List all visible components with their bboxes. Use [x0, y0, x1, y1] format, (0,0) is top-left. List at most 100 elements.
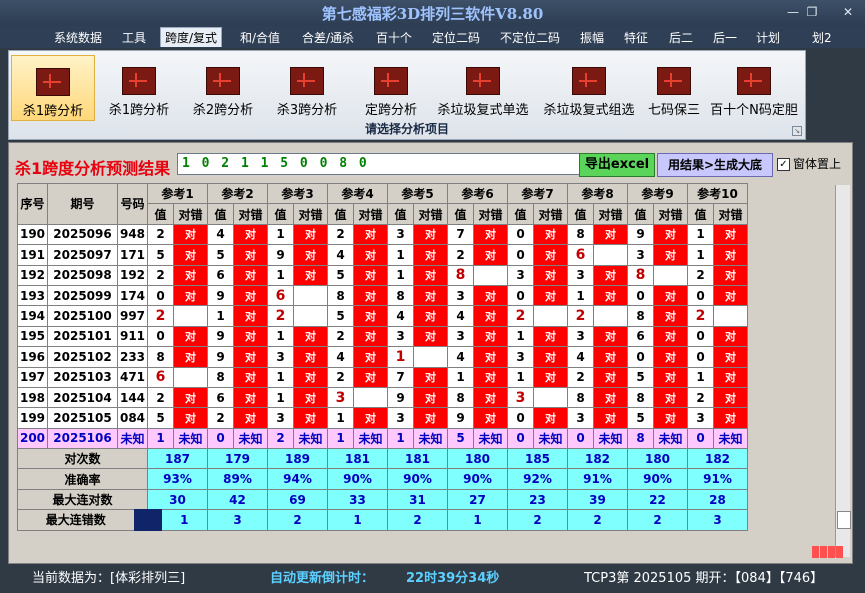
header-judge: 对错: [713, 203, 748, 225]
ref-value: 5: [627, 366, 654, 388]
ref-value: 1: [687, 366, 714, 388]
row-seq: 191: [17, 244, 48, 266]
menu-last-one[interactable]: 后一: [713, 29, 737, 46]
kill1-span-button[interactable]: 杀1跨分析: [99, 55, 179, 119]
table-row: 195 2025101 911 0 对 9 对 1 对 2 对 3 对 3 对 1 对 3 对 6 对 0 对: [17, 325, 748, 348]
ref-value: 2: [207, 407, 234, 429]
minimize-icon[interactable]: —: [785, 5, 801, 19]
ref-value: 6: [147, 366, 174, 388]
bsg-ncode-button[interactable]: 百十个N码定胆: [707, 55, 801, 119]
ref-value: 6: [627, 325, 654, 348]
menu-plan[interactable]: 计划: [756, 29, 780, 46]
kill-junk-group-button[interactable]: 杀垃圾复式组选: [537, 55, 641, 119]
kill2-span-button[interactable]: 杀2跨分析: [183, 55, 263, 119]
ref-value: 9: [207, 346, 234, 368]
ref-judge: 对: [293, 366, 328, 388]
vertical-scrollbar[interactable]: [835, 185, 851, 557]
ref-judge: 对: [353, 264, 388, 286]
ref-value: 1: [687, 244, 714, 266]
ref-value: 8: [627, 305, 654, 327]
ref-value: 2: [267, 305, 294, 327]
ref-value: 0: [507, 244, 534, 266]
menu-pos-two[interactable]: 定位二码: [432, 29, 480, 46]
ref-judge: 对: [353, 305, 388, 327]
scrollbar-thumb[interactable]: [837, 511, 851, 529]
menu-bsg[interactable]: 百十个: [376, 29, 412, 46]
menu-tools[interactable]: 工具: [122, 29, 146, 46]
row-code: 171: [117, 244, 148, 266]
menu-plan2[interactable]: 划2: [812, 29, 832, 46]
ref-value: 3: [267, 407, 294, 429]
ref-judge: 对: [233, 284, 268, 307]
ref-value: 7: [387, 366, 414, 388]
row-issue: 2025101: [47, 325, 118, 348]
ref-value: 4: [327, 244, 354, 266]
expand-icon[interactable]: ↘: [792, 126, 802, 136]
pin-window-checkbox[interactable]: ✓ 窗体置上: [777, 155, 841, 172]
checkbox-box[interactable]: ✓: [777, 158, 790, 171]
menu-nonpos-two[interactable]: 不定位二码: [500, 29, 560, 46]
generate-base-button[interactable]: 用结果>生成大底: [657, 153, 773, 177]
ref-judge: 未知: [473, 427, 508, 450]
kill3-span-button[interactable]: 杀3跨分析: [267, 55, 347, 119]
header-ref: 参考3: [267, 182, 328, 205]
ref-judge: 未知: [413, 427, 448, 450]
header-value: 值: [507, 203, 534, 225]
ref-value: 4: [567, 346, 594, 368]
ref-judge: 未知: [593, 427, 628, 450]
ref-judge: 对: [533, 407, 568, 429]
ref-judge: 对: [713, 325, 748, 348]
menu-amplitude[interactable]: 振幅: [580, 29, 604, 46]
ref-judge: 对: [233, 386, 268, 409]
ref-value: 3: [567, 264, 594, 286]
ref-judge: 对: [173, 284, 208, 307]
ref-judge: 对: [293, 325, 328, 348]
fixed-span-button[interactable]: 定跨分析: [353, 55, 429, 119]
header-judge: 对错: [173, 203, 208, 225]
ref-judge: 对: [413, 407, 448, 429]
row-seq: 196: [17, 346, 48, 368]
ref-judge: 对: [413, 223, 448, 246]
menu-sum[interactable]: 和/合值: [240, 29, 280, 46]
ref-judge: 未知: [293, 427, 328, 450]
stats-value: 90%: [327, 468, 388, 490]
ref-value: 2: [567, 366, 594, 388]
ref-judge: 对: [413, 284, 448, 307]
ref-value: 8: [327, 284, 354, 307]
ref-judge: 对: [653, 305, 688, 327]
menu-span-compound[interactable]: 跨度/复式: [160, 27, 223, 47]
ref-judge: 对: [173, 325, 208, 348]
ref-value: 2: [327, 223, 354, 246]
ref-judge: 对: [593, 223, 628, 246]
ref-value: 3: [687, 407, 714, 429]
title-bar: 第七感福彩3D排列三软件V8.80 — ❐ ✕: [0, 0, 865, 26]
ref-judge: [473, 264, 508, 286]
table-row: 192 2025098 192 2 对 6 对 1 对 5 对 1 对 8 3 对 3 对 8 2 对: [17, 264, 748, 286]
ref-judge: 对: [473, 325, 508, 348]
ribbon: 杀1跨分析 杀1跨分析 杀2跨分析 杀3跨分析 定跨分析 杀垃圾复式单选 杀垃圾…: [8, 50, 806, 140]
restore-icon[interactable]: ❐: [804, 5, 820, 19]
export-excel-button[interactable]: 导出excel: [579, 153, 655, 177]
row-issue: 2025104: [47, 386, 118, 409]
pin-window-label: 窗体置上: [793, 157, 842, 171]
row-code: 未知: [117, 427, 148, 450]
menu-feature[interactable]: 特征: [624, 29, 648, 46]
kill-junk-single-button[interactable]: 杀垃圾复式单选: [431, 55, 535, 119]
ref-value: 1: [387, 264, 414, 286]
header-ref: 参考7: [507, 182, 568, 205]
header-value: 值: [567, 203, 594, 225]
ribbon-group-label: 请选择分析项目: [364, 122, 449, 136]
ref-value: 8: [387, 284, 414, 307]
seven-code-button[interactable]: 七码保三: [643, 55, 705, 119]
menu-last-two[interactable]: 后二: [669, 29, 693, 46]
kill1-span-button-selected[interactable]: 杀1跨分析: [11, 55, 95, 121]
header-judge: 对错: [353, 203, 388, 225]
result-numbers-field[interactable]: 1 0 2 1 1 5 0 0 8 0: [177, 153, 581, 175]
ref-judge: 对: [293, 264, 328, 286]
close-icon[interactable]: ✕: [840, 5, 856, 19]
ref-value: 0: [627, 284, 654, 307]
menu-diff-kill[interactable]: 合差/通杀: [302, 29, 354, 46]
row-seq: 195: [17, 325, 48, 348]
menu-system-data[interactable]: 系统数据: [54, 29, 102, 46]
ref-value: 8: [147, 346, 174, 368]
